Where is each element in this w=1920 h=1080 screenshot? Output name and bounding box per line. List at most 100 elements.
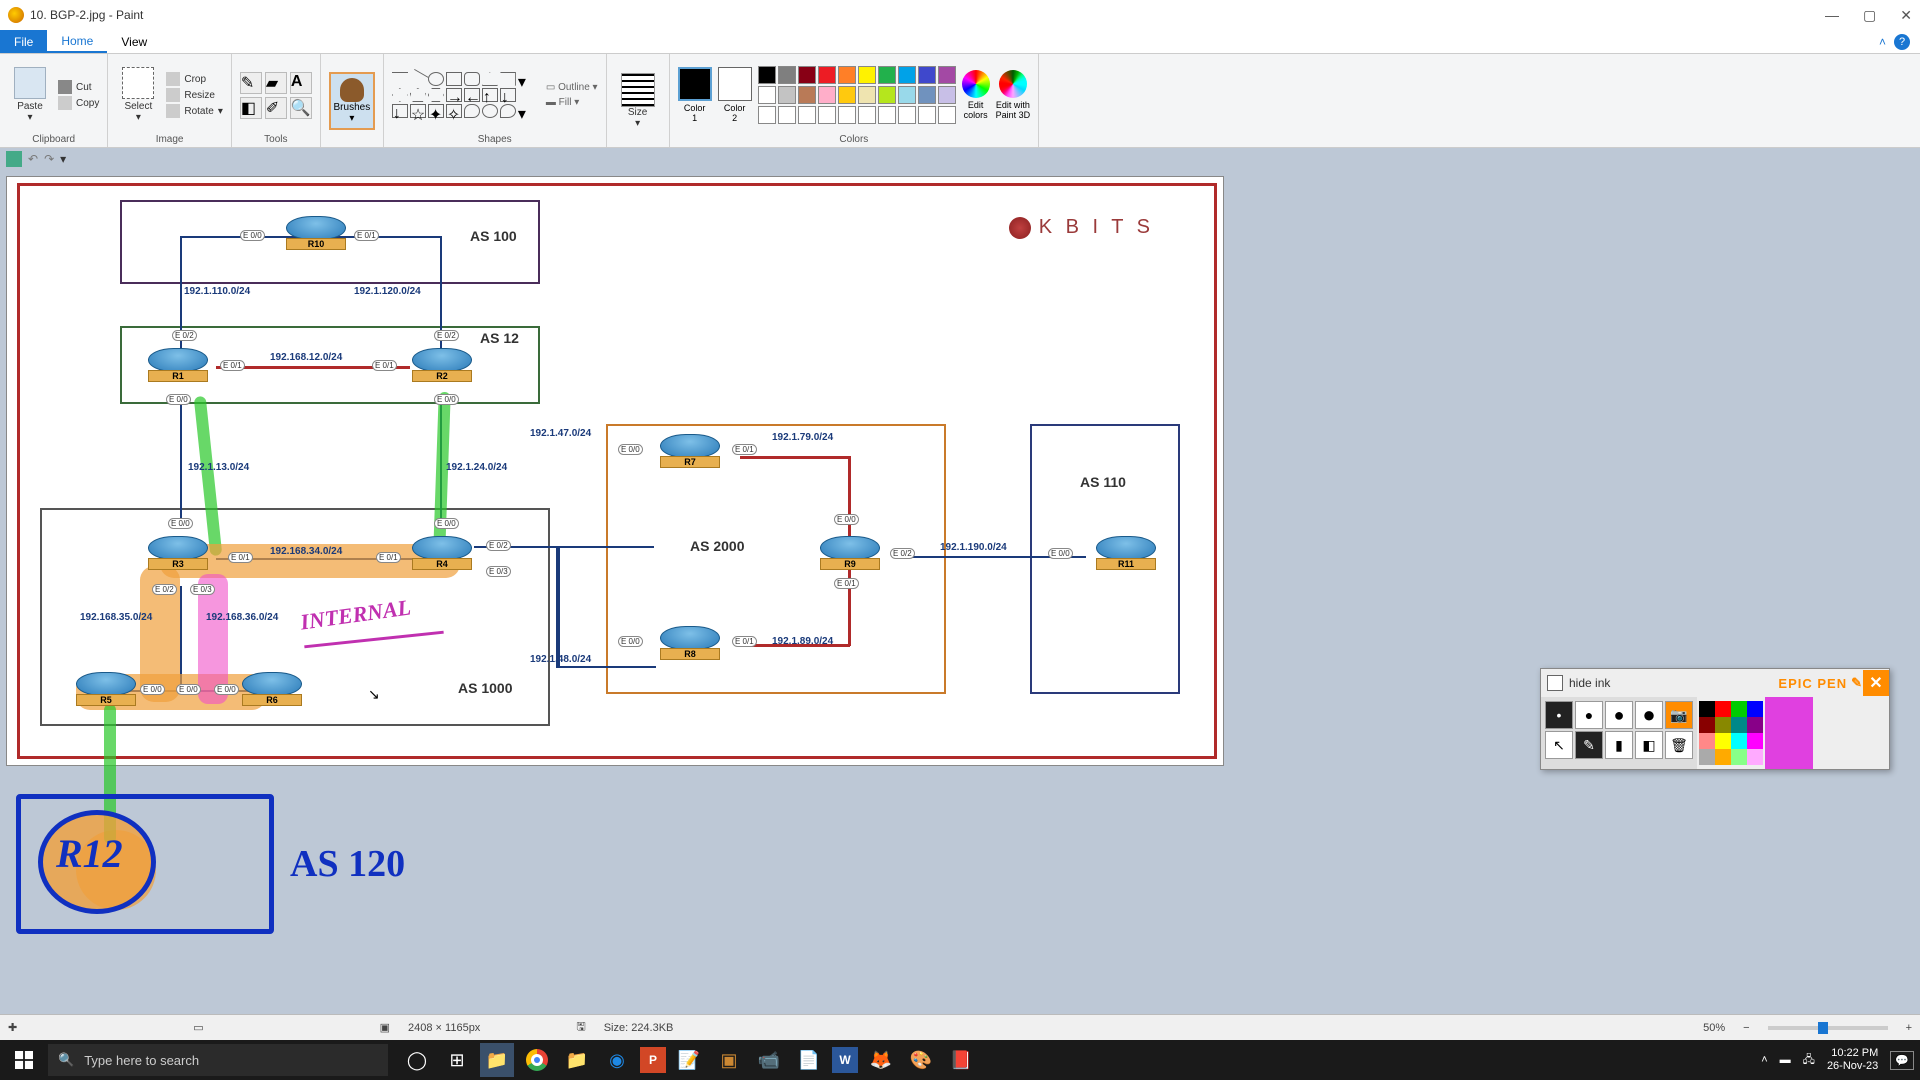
- ep-pen[interactable]: ✎: [1575, 731, 1603, 759]
- task-word[interactable]: W: [832, 1047, 858, 1073]
- palette-custom-slot[interactable]: [778, 106, 796, 124]
- size-button[interactable]: Size▾: [615, 71, 661, 131]
- maximize-button[interactable]: ▢: [1863, 7, 1876, 24]
- canvas-area[interactable]: K B I T S AS 100 AS 12 AS 1000 AS 2000 A…: [0, 170, 1920, 1048]
- cut-button[interactable]: Cut: [58, 80, 99, 94]
- edit-colors-button[interactable]: Edit colors: [962, 70, 990, 120]
- tray-battery[interactable]: ▬: [1780, 1054, 1791, 1066]
- palette-custom-slot[interactable]: [818, 106, 836, 124]
- ep-highlighter[interactable]: ▮: [1605, 731, 1633, 759]
- shapes-gallery[interactable]: ▾ →←↑↓ ↓☆✦✧▾: [392, 72, 534, 118]
- tab-file[interactable]: File: [0, 30, 47, 53]
- palette-custom-slot[interactable]: [878, 106, 896, 124]
- tool-magnifier[interactable]: 🔍: [290, 97, 312, 119]
- palette-color[interactable]: [878, 66, 896, 84]
- epic-color[interactable]: [1731, 717, 1747, 733]
- crop-button[interactable]: Crop: [166, 72, 223, 86]
- palette-color[interactable]: [778, 66, 796, 84]
- tool-fill[interactable]: ▰: [265, 72, 287, 94]
- palette-color[interactable]: [898, 66, 916, 84]
- task-files[interactable]: 📁: [560, 1043, 594, 1077]
- edit-3d-button[interactable]: Edit with Paint 3D: [996, 70, 1031, 120]
- epic-color[interactable]: [1747, 717, 1763, 733]
- minimize-button[interactable]: —: [1825, 7, 1839, 24]
- palette-color[interactable]: [758, 86, 776, 104]
- color2-button[interactable]: Color 2: [718, 67, 752, 123]
- palette-custom-slot[interactable]: [898, 106, 916, 124]
- epic-color[interactable]: [1747, 733, 1763, 749]
- palette-custom-slot[interactable]: [798, 106, 816, 124]
- palette-color[interactable]: [838, 66, 856, 84]
- qat-redo[interactable]: ↷: [44, 152, 54, 166]
- palette-color[interactable]: [818, 86, 836, 104]
- palette-color[interactable]: [938, 66, 956, 84]
- epic-color[interactable]: [1699, 701, 1715, 717]
- tool-eraser[interactable]: ◧: [240, 97, 262, 119]
- ep-screenshot[interactable]: 📷: [1665, 701, 1693, 729]
- shape-fill[interactable]: ▬ Fill ▾: [546, 97, 598, 108]
- palette-color[interactable]: [918, 66, 936, 84]
- start-button[interactable]: [0, 1040, 48, 1080]
- task-powerpoint[interactable]: P: [640, 1047, 666, 1073]
- task-cortana[interactable]: ◯: [400, 1043, 434, 1077]
- epic-color[interactable]: [1699, 717, 1715, 733]
- zoom-out[interactable]: −: [1743, 1022, 1749, 1034]
- tab-home[interactable]: Home: [47, 30, 107, 53]
- palette-custom-slot[interactable]: [918, 106, 936, 124]
- epic-color[interactable]: [1699, 733, 1715, 749]
- epic-color[interactable]: [1731, 701, 1747, 717]
- task-notepad[interactable]: 📄: [792, 1043, 826, 1077]
- qat-undo[interactable]: ↶: [28, 152, 38, 166]
- task-notes[interactable]: 📝: [672, 1043, 706, 1077]
- brushes-button[interactable]: Brushes▾: [329, 72, 375, 130]
- resize-button[interactable]: Resize: [166, 88, 223, 102]
- task-paint[interactable]: 🎨: [904, 1043, 938, 1077]
- tray-clock[interactable]: 10:22 PM 26-Nov-23: [1827, 1047, 1878, 1073]
- task-zoom[interactable]: 📹: [752, 1043, 786, 1077]
- palette-custom-slot[interactable]: [858, 106, 876, 124]
- color1-button[interactable]: Color 1: [678, 67, 712, 123]
- palette-color[interactable]: [758, 66, 776, 84]
- ep-size4[interactable]: ●: [1635, 701, 1663, 729]
- epic-color[interactable]: [1747, 701, 1763, 717]
- task-vm[interactable]: ▣: [712, 1043, 746, 1077]
- ep-eraser[interactable]: ◧: [1635, 731, 1663, 759]
- epic-color[interactable]: [1747, 749, 1763, 765]
- palette-custom-slot[interactable]: [838, 106, 856, 124]
- tool-text[interactable]: A: [290, 72, 312, 94]
- copy-button[interactable]: Copy: [58, 96, 99, 110]
- palette-custom-slot[interactable]: [938, 106, 956, 124]
- task-explorer[interactable]: 📁: [480, 1043, 514, 1077]
- palette-color[interactable]: [878, 86, 896, 104]
- tray-chevron[interactable]: ˄: [1761, 1054, 1767, 1066]
- tool-picker[interactable]: ✐: [265, 97, 287, 119]
- canvas[interactable]: K B I T S AS 100 AS 12 AS 1000 AS 2000 A…: [6, 176, 1224, 766]
- epic-color[interactable]: [1715, 701, 1731, 717]
- epic-color[interactable]: [1731, 733, 1747, 749]
- paste-button[interactable]: Paste ▾: [8, 65, 52, 125]
- palette-color[interactable]: [898, 86, 916, 104]
- shape-outline[interactable]: ▭ Outline ▾: [546, 82, 598, 93]
- tab-view[interactable]: View: [107, 30, 161, 53]
- epic-close[interactable]: ✕: [1863, 670, 1889, 696]
- close-button[interactable]: ✕: [1900, 7, 1912, 24]
- task-app-blue[interactable]: ◉: [600, 1043, 634, 1077]
- palette-color[interactable]: [818, 66, 836, 84]
- epic-current-color[interactable]: [1765, 697, 1813, 769]
- palette-custom-slot[interactable]: [758, 106, 776, 124]
- taskbar-search[interactable]: 🔍 Type here to search: [48, 1044, 388, 1076]
- ep-cursor[interactable]: ↖: [1545, 731, 1573, 759]
- zoom-slider[interactable]: [1768, 1026, 1888, 1030]
- ep-size3[interactable]: ●: [1605, 701, 1633, 729]
- help-icon[interactable]: ?: [1894, 34, 1910, 50]
- task-firefox[interactable]: 🦊: [864, 1043, 898, 1077]
- task-chrome[interactable]: [520, 1043, 554, 1077]
- palette-color[interactable]: [778, 86, 796, 104]
- tray-notifications[interactable]: 💬: [1890, 1051, 1914, 1070]
- epic-hide-checkbox[interactable]: [1547, 675, 1563, 691]
- tray-network[interactable]: 🖧: [1803, 1051, 1815, 1070]
- tool-pencil[interactable]: ✎: [240, 72, 262, 94]
- palette-color[interactable]: [798, 86, 816, 104]
- ribbon-collapse-icon[interactable]: ˄: [1879, 35, 1886, 49]
- palette-color[interactable]: [938, 86, 956, 104]
